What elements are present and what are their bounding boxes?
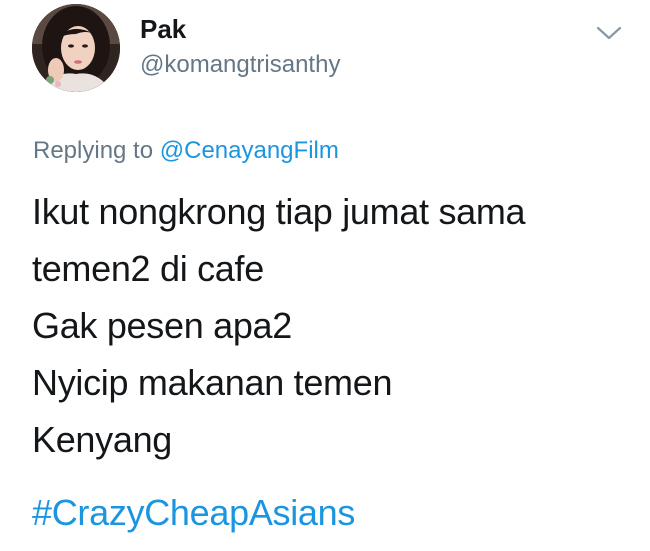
tweet-text-line: Gak pesen apa2 — [32, 305, 292, 346]
avatar[interactable] — [32, 4, 120, 92]
tweet-text: Ikut nongkrong tiap jumat sama temen2 di… — [32, 183, 632, 468]
replying-to: Replying to @CenayangFilm — [33, 136, 339, 166]
tweet-text-line: Nyicip makanan temen — [32, 362, 393, 403]
chevron-down-icon[interactable] — [594, 22, 624, 44]
tweet-text-line: Ikut nongkrong tiap jumat sama — [32, 191, 526, 232]
tweet-text-line: Kenyang — [32, 419, 173, 460]
tweet-text-line: temen2 di cafe — [32, 248, 264, 289]
user-handle[interactable]: @komangtrisanthy — [140, 50, 340, 80]
hashtag-link[interactable]: #CrazyCheapAsians — [32, 488, 355, 538]
reply-mention-link[interactable]: @CenayangFilm — [160, 137, 339, 164]
replying-to-label: Replying to — [33, 137, 154, 164]
display-name[interactable]: Pak — [140, 13, 186, 45]
profile-photo — [32, 4, 120, 92]
tweet-card: Pak @komangtrisanthy Replying to @Cenaya… — [0, 0, 650, 551]
